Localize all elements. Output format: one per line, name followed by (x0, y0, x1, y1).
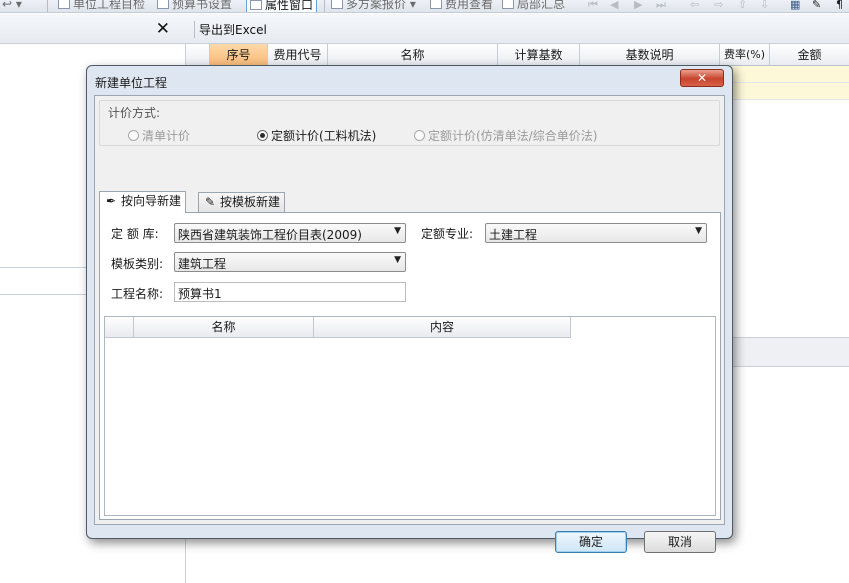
local-summary-button[interactable]: 局部汇总 (502, 0, 566, 12)
calculator-icon[interactable]: ▦ (790, 0, 800, 11)
chevron-down-icon: ▼ (394, 226, 401, 236)
cancel-button[interactable]: 取消 (644, 531, 716, 553)
template-icon: ✎ (204, 195, 216, 209)
new-unit-project-dialog: 新建单位工程 ✕ 计价方式: 清单计价 定额计价(工料机法) 定额计价(仿清单法… (86, 65, 733, 553)
local-summary-label: 局部汇总 (517, 0, 566, 11)
specialty-select[interactable]: 土建工程 ▼ (485, 223, 707, 243)
tab-wizard[interactable]: ✒ 按向导新建 (99, 191, 187, 213)
undo-redo-partial[interactable]: ↩ ▾ (2, 0, 22, 12)
ok-button[interactable]: 确定 (555, 531, 627, 553)
cost-view-button[interactable]: 费用查看 (430, 0, 494, 12)
close-panel-icon[interactable]: ✕ (156, 19, 170, 39)
radio-icon (414, 130, 425, 141)
radio-quota-labor-material[interactable]: 定额计价(工料机法) (257, 127, 376, 144)
multi-plan-label: 多方案报价 (346, 0, 407, 11)
property-window-label: 属性窗口 (265, 0, 314, 12)
window-icon (250, 0, 262, 10)
wizard-icon: ✒ (105, 194, 117, 208)
template-content-grid: 名称 内容 (104, 316, 716, 516)
grid-header-corner (186, 44, 210, 66)
radio-quota-labor-material-label: 定额计价(工料机法) (271, 129, 377, 143)
radio-bill-pricing-label: 清单计价 (142, 129, 191, 143)
quota-library-label: 定 额 库: (111, 227, 159, 241)
tab-wizard-label: 按向导新建 (121, 194, 182, 208)
radio-selected-icon (257, 130, 268, 141)
toolbar-separator (324, 0, 325, 12)
grid-col-code[interactable]: 费用代号 (268, 44, 328, 66)
tab-panel: 定 额 库: 陕西省建筑装饰工程价目表(2009) ▼ 定额专业: 土建工程 ▼… (99, 212, 721, 520)
project-name-value: 预算书1 (178, 287, 222, 301)
grid-col-base-desc[interactable]: 基数说明 (580, 44, 720, 66)
export-excel-button[interactable]: 导出到Excel (194, 21, 267, 38)
chevron-down-icon: ▼ (394, 255, 401, 265)
radio-quota-composite-label: 定额计价(仿清单法/综合单价法) (428, 129, 598, 143)
dialog-client-area: 计价方式: 清单计价 定额计价(工料机法) 定额计价(仿清单法/综合单价法) ✒… (94, 95, 725, 553)
pricing-method-label: 计价方式: (108, 106, 161, 120)
checkbox-icon (502, 0, 514, 9)
grid-col-name[interactable]: 名称 (328, 44, 498, 66)
budget-settings-button[interactable]: 预算书设置 (157, 0, 233, 12)
specialty-label: 定额专业: (421, 227, 474, 241)
budget-settings-label: 预算书设置 (172, 0, 233, 11)
cost-view-label: 费用查看 (445, 0, 494, 11)
grid-toolbar: 导出到Excel (186, 14, 849, 44)
pricing-method-group: 计价方式: 清单计价 定额计价(工料机法) 定额计价(仿清单法/综合单价法) (99, 100, 720, 146)
left-panel-header: ✕ (0, 14, 186, 44)
template-type-value: 建筑工程 (178, 257, 227, 271)
move-left-icon[interactable]: ⇦ (690, 0, 699, 11)
template-grid-col-name[interactable]: 名称 (134, 317, 314, 338)
template-grid-header: 名称 内容 (105, 317, 571, 338)
coins-icon (430, 0, 442, 9)
chevron-down-icon: ▼ (695, 226, 702, 236)
grid-header: 序号 费用代号 名称 计算基数 基数说明 费率(%) 金额 (186, 44, 849, 66)
project-name-label: 工程名称: (111, 287, 164, 301)
grid-col-amount[interactable]: 金额 (770, 44, 849, 66)
prev-record-icon[interactable]: ◀ (610, 0, 618, 11)
radio-bill-pricing[interactable]: 清单计价 (128, 127, 190, 144)
first-record-icon[interactable]: ⏮ (588, 0, 598, 12)
tools-icon[interactable]: ✎ (812, 0, 821, 11)
main-toolbar: ↩ ▾ 单位工程目检 预算书设置 属性窗口 多方案报价 ▾ 费用查看 局部汇总 … (0, 0, 849, 13)
catalog-icon (58, 0, 70, 9)
move-down-icon[interactable]: ⇩ (760, 0, 769, 11)
paragraph-icon[interactable]: ¶ (836, 0, 843, 11)
grid-col-seq[interactable]: 序号 (210, 44, 268, 66)
grid-col-base[interactable]: 计算基数 (498, 44, 580, 66)
toolbar-separator (47, 0, 48, 12)
last-record-icon[interactable]: ⏭ (656, 0, 666, 12)
project-name-input[interactable]: 预算书1 (174, 282, 406, 302)
specialty-value: 土建工程 (489, 228, 538, 242)
template-grid-corner (105, 317, 134, 338)
move-right-icon[interactable]: ⇨ (714, 0, 723, 11)
next-record-icon[interactable]: ▶ (634, 0, 642, 11)
dialog-title: 新建单位工程 (95, 76, 168, 90)
multi-plan-button[interactable]: 多方案报价 ▾ (331, 0, 416, 12)
dialog-close-button[interactable]: ✕ (680, 69, 724, 87)
property-window-button[interactable]: 属性窗口 (246, 0, 318, 12)
radio-quota-composite[interactable]: 定额计价(仿清单法/综合单价法) (414, 127, 597, 144)
template-grid-col-content[interactable]: 内容 (314, 317, 571, 338)
grid-lower-panel (730, 337, 849, 367)
unit-catalog-label: 单位工程目检 (73, 0, 146, 11)
tab-template[interactable]: ✎ 按模板新建 (198, 192, 286, 213)
settings-icon (157, 0, 169, 9)
quota-library-select[interactable]: 陕西省建筑装饰工程价目表(2009) ▼ (174, 223, 406, 243)
move-up-icon[interactable]: ⇧ (738, 0, 747, 11)
unit-catalog-button[interactable]: 单位工程目检 (58, 0, 146, 12)
template-type-label: 模板类别: (111, 257, 164, 271)
grid-col-rate[interactable]: 费率(%) (720, 44, 770, 66)
radio-icon (128, 130, 139, 141)
globe-icon (331, 0, 343, 9)
tab-template-label: 按模板新建 (220, 195, 281, 209)
quota-library-value: 陕西省建筑装饰工程价目表(2009) (178, 228, 362, 242)
template-type-select[interactable]: 建筑工程 ▼ (174, 252, 406, 272)
